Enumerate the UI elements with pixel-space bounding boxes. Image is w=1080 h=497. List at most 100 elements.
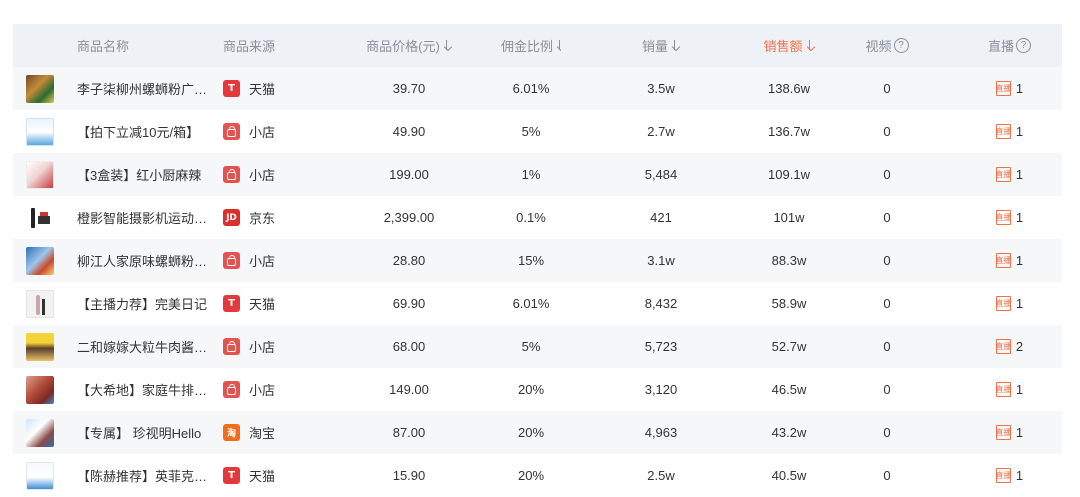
header-sales-label: 销售额 [763,39,803,54]
header-video: 视频? [817,24,957,67]
product-commission: 6.01% [512,81,550,96]
product-video-count: 0 [883,339,891,354]
product-source-cell: 小店 [213,239,317,282]
product-sales: 101w [773,210,805,225]
product-live-count[interactable]: 1 [1016,382,1023,397]
live-icon: 直播 [995,253,1011,268]
header-sales-sort[interactable]: 销售额 [761,24,817,67]
product-video-count: 0 [883,468,891,483]
product-sales: 52.7w [771,339,807,354]
product-sales: 43.2w [771,425,807,440]
product-thumbnail[interactable] [26,74,54,103]
table-row[interactable]: 柳江人家原味螺蛳粉广西 小店 28.80 15% 3.1w 88.3w 0 直播 1 [13,239,1062,282]
product-source-cell: 小店 [213,368,317,411]
product-quantity: 2.5w [647,468,675,483]
product-name[interactable]: 【3盒装】红小厨麻辣 [77,165,213,184]
header-name-label: 商品名称 [77,39,130,54]
table-row[interactable]: 【专属】 珍视明Hello 淘淘宝 87.00 20% 4,963 43.2w 0 直播 1 [13,411,1062,454]
product-video-count: 0 [883,210,891,225]
shop-bag-icon [223,338,240,355]
product-source: 天猫 [249,82,276,97]
table-row[interactable]: 【大希地】家庭牛排套餐 小店 149.00 20% 3,120 46.5w 0 直播 1 [13,368,1062,411]
help-icon[interactable]: ? [893,38,909,53]
product-name-cell: 橙影智能摄影机运动相机 [63,196,213,239]
product-source: 小店 [249,340,276,355]
table-row[interactable]: 【拍下立减10元/箱】 小店 49.90 5% 2.7w 136.7w 0 直播 1 [13,110,1062,153]
product-live-count[interactable]: 1 [1016,210,1023,225]
product-thumbnail[interactable] [26,418,54,447]
product-thumbnail[interactable] [26,117,54,146]
header-quantity-sort[interactable]: 销量 [561,24,761,67]
product-name[interactable]: 橙影智能摄影机运动相机 [77,208,213,227]
product-name[interactable]: 柳江人家原味螺蛳粉广西 [77,251,213,270]
product-live-count[interactable]: 1 [1016,468,1023,483]
product-video-count: 0 [883,425,891,440]
shop-bag-icon [223,166,240,183]
header-price-sort[interactable]: 商品价格(元) [317,24,501,67]
product-price: 149.00 [389,382,429,397]
header-price-label: 商品价格(元) [366,39,440,54]
product-video-count: 0 [883,382,891,397]
product-live-cell: 直播 1 [957,454,1062,497]
header-video-label: 视频 [865,39,892,54]
product-quantity: 5,484 [644,167,678,182]
table-row[interactable]: 二和嫁嫁大粒牛肉酱拌饭 小店 68.00 5% 5,723 52.7w 0 直播 2 [13,325,1062,368]
product-name-cell: 【陈赫推荐】英菲克电动 [63,454,213,497]
product-thumbnail[interactable] [26,246,54,275]
product-thumbnail[interactable] [26,375,54,404]
jd-logo-icon: JD [223,209,240,226]
product-live-count[interactable]: 1 [1016,124,1023,139]
product-thumbnail[interactable] [26,289,54,318]
live-icon: 直播 [995,382,1011,397]
product-live-count[interactable]: 1 [1016,253,1023,268]
product-quantity: 3,120 [644,382,678,397]
product-source: 天猫 [249,297,276,312]
product-commission: 20% [517,425,545,440]
product-name[interactable]: 【大希地】家庭牛排套餐 [77,380,213,399]
product-sales: 40.5w [771,468,807,483]
product-thumbnail[interactable] [26,461,54,490]
product-live-cell: 直播 1 [957,368,1062,411]
product-commission: 6.01% [512,296,550,311]
product-thumbnail[interactable] [26,203,54,232]
product-live-count[interactable]: 1 [1016,167,1023,182]
product-quantity: 421 [650,210,672,225]
product-commission: 5% [521,339,541,354]
product-thumbnail[interactable] [26,160,54,189]
product-source-cell: 小店 [213,110,317,153]
product-live-count[interactable]: 1 [1016,296,1023,311]
product-thumbnail-cell [13,411,63,454]
product-name[interactable]: 李子柒柳州螺蛳粉广西特产 [77,79,213,98]
table-row[interactable]: 【陈赫推荐】英菲克电动 T 天猫 15.90 20% 2.5w 40.5w 0 直播 1 [13,454,1062,497]
product-price: 49.90 [392,124,426,139]
product-name[interactable]: 【拍下立减10元/箱】 [77,122,213,141]
table-row[interactable]: 【3盒装】红小厨麻辣 小店 199.00 1% 5,484 109.1w 0 直播 1 [13,153,1062,196]
product-sales: 136.7w [768,124,810,139]
header-commission-sort[interactable]: 佣金比例 [501,24,561,67]
header-source-label: 商品来源 [223,39,276,54]
product-live-cell: 直播 1 [957,153,1062,196]
product-name[interactable]: 【专属】 珍视明Hello [77,423,213,442]
product-thumbnail-cell [13,325,63,368]
product-sales: 46.5w [771,382,807,397]
product-name-cell: 【大希地】家庭牛排套餐 [63,368,213,411]
live-icon: 直播 [995,210,1011,225]
product-name-cell: 【主播力荐】完美日记 [63,282,213,325]
shop-bag-icon [223,252,240,269]
product-name[interactable]: 【陈赫推荐】英菲克电动 [77,466,213,485]
live-icon: 直播 [995,468,1011,483]
live-icon: 直播 [995,296,1011,311]
table-row[interactable]: 橙影智能摄影机运动相机 JD 京东 2,399.00 0.1% 421 101w 0 直播 1 [13,196,1062,239]
table-row[interactable]: 【主播力荐】完美日记 T 天猫 69.90 6.01% 8,432 58.9w 0 直播 1 [13,282,1062,325]
product-commission: 5% [521,124,541,139]
product-name[interactable]: 【主播力荐】完美日记 [77,294,213,313]
live-icon: 直播 [995,167,1011,182]
product-live-count[interactable]: 1 [1016,425,1023,440]
product-thumbnail[interactable] [26,332,54,361]
product-name[interactable]: 二和嫁嫁大粒牛肉酱拌饭 [77,337,213,356]
product-live-count[interactable]: 1 [1016,81,1023,96]
product-live-count[interactable]: 2 [1016,339,1023,354]
table-row[interactable]: 李子柒柳州螺蛳粉广西特产 T 天猫 39.70 6.01% 3.5w 138.6w 0 直播 1 [13,67,1062,110]
help-icon[interactable]: ? [1016,38,1031,53]
tmall-logo-icon: T [223,80,240,97]
